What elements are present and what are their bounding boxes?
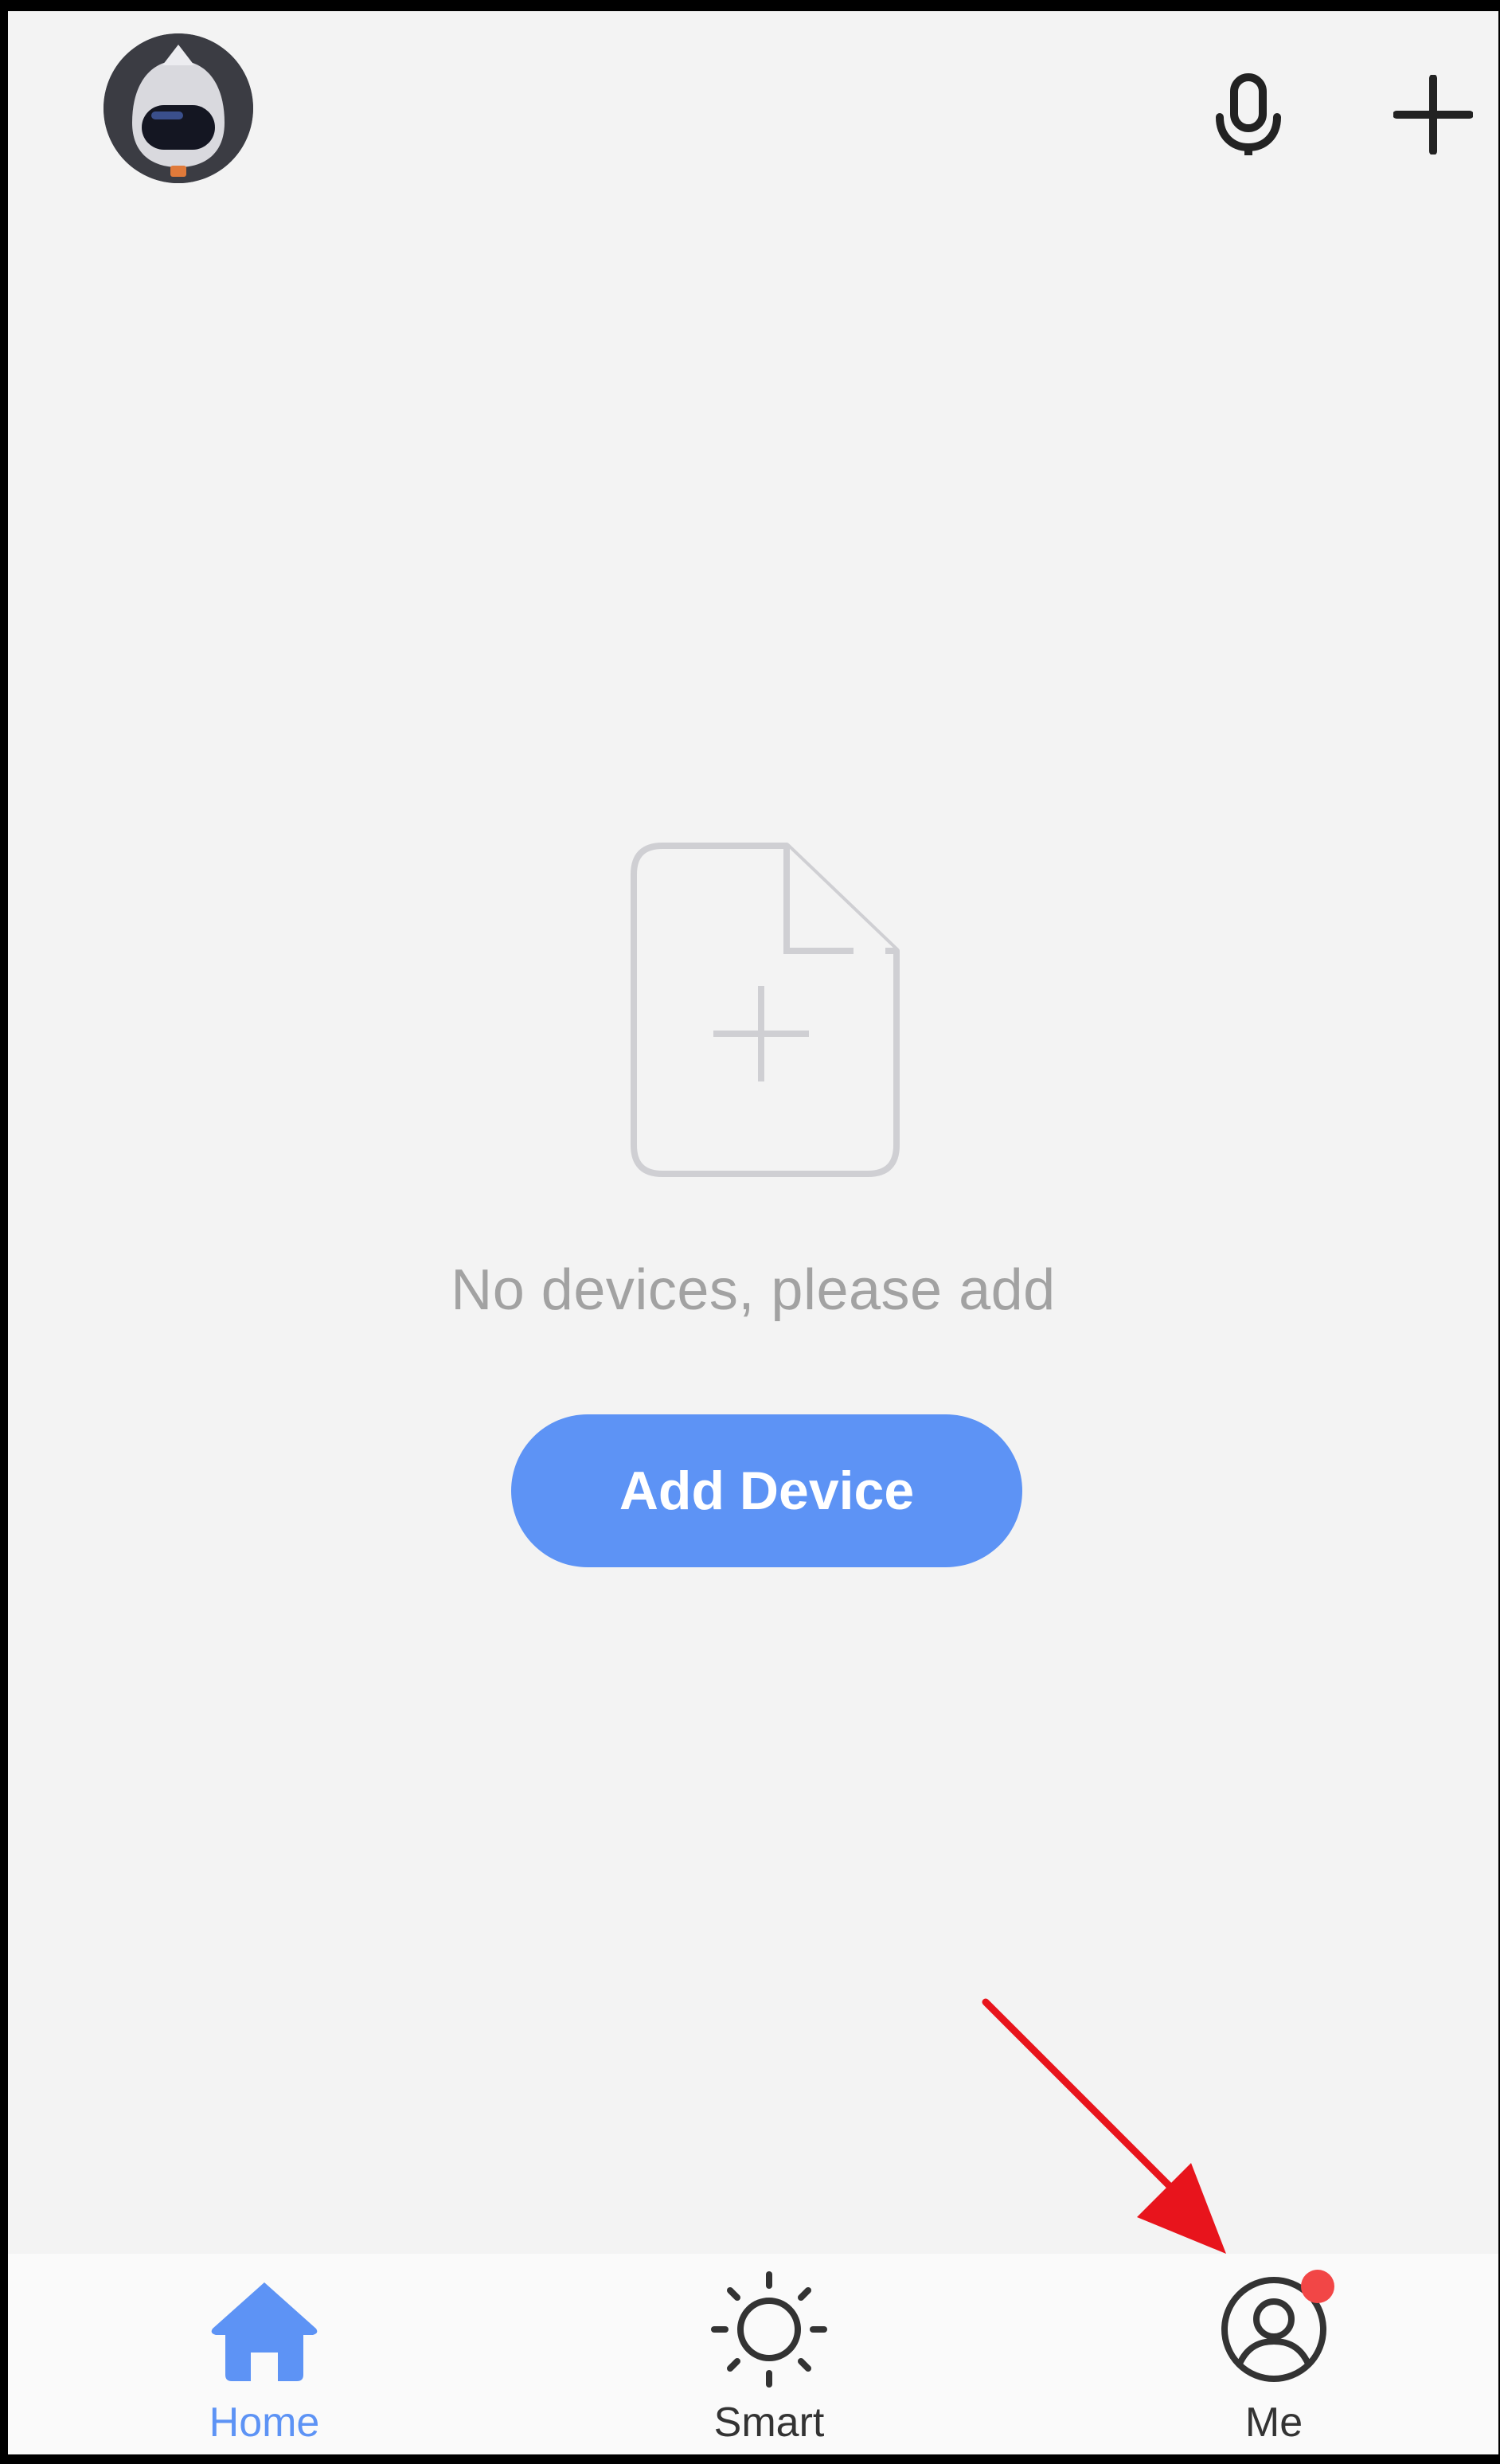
tab-smart[interactable]: Smart: [650, 2254, 889, 2454]
robot-avatar-icon: [104, 33, 253, 183]
empty-state-illustration: [631, 843, 901, 1177]
notification-badge: [1301, 2270, 1334, 2303]
empty-state-message: No devices, please add: [451, 1258, 1056, 1322]
tab-me-label: Me: [1244, 2399, 1303, 2446]
annotation-arrow: [982, 1998, 1226, 2254]
avatar[interactable]: [104, 33, 253, 183]
plus-icon: [1393, 75, 1473, 154]
home-icon: [211, 2282, 318, 2381]
home-screen: No devices, please add Add Device Home S…: [8, 11, 1498, 2454]
tab-home[interactable]: Home: [145, 2254, 384, 2454]
add-device-button[interactable]: Add Device: [511, 1414, 1022, 1567]
tab-smart-label: Smart: [713, 2399, 825, 2446]
tab-me[interactable]: Me: [1154, 2254, 1393, 2454]
add-button[interactable]: [1385, 67, 1481, 162]
app-frame: No devices, please add Add Device Home S…: [0, 0, 1500, 2464]
add-file-icon: [631, 843, 900, 1177]
microphone-button[interactable]: [1201, 67, 1296, 162]
bottom-tab-bar: Home Smart Me: [8, 2254, 1498, 2454]
tab-home-label: Home: [209, 2399, 320, 2446]
sun-icon: [711, 2271, 827, 2388]
microphone-icon: [1216, 73, 1281, 155]
